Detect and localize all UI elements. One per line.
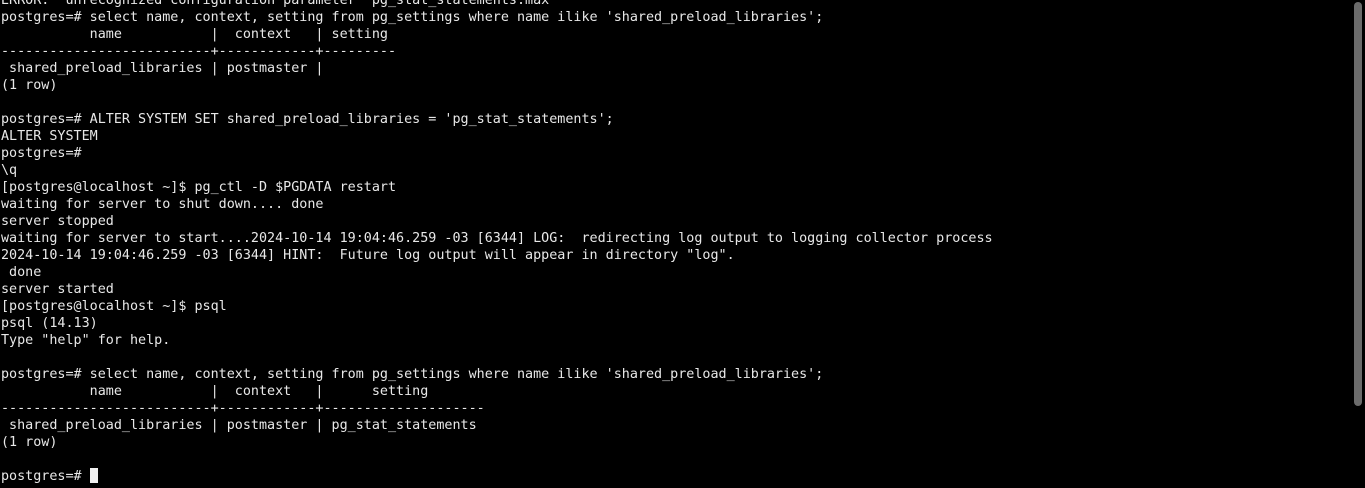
text-cursor xyxy=(89,468,98,483)
terminal-output: ERROR: unrecognized configuration parame… xyxy=(1,0,1345,485)
terminal-line: (1 row) xyxy=(1,435,58,450)
terminal-line: \q xyxy=(1,163,18,178)
terminal-line: ERROR: unrecognized configuration parame… xyxy=(1,0,558,8)
terminal-line: postgres=# ALTER SYSTEM SET shared_prelo… xyxy=(1,112,614,127)
scrollbar-thumb[interactable] xyxy=(1354,2,1362,406)
terminal-line: (1 row) xyxy=(1,78,58,93)
terminal-line: shared_preload_libraries | postmaster | xyxy=(1,61,324,76)
terminal-line: --------------------------+------------+… xyxy=(1,401,485,416)
terminal-line: waiting for server to shut down.... done xyxy=(1,197,324,212)
terminal-line: [postgres@localhost ~]$ pg_ctl -D $PGDAT… xyxy=(1,180,397,195)
terminal-window[interactable]: ERROR: unrecognized configuration parame… xyxy=(0,0,1365,488)
terminal-line: Type "help" for help. xyxy=(1,333,171,348)
terminal-line: postgres=# select name, context, setting… xyxy=(1,10,824,25)
terminal-line: server started xyxy=(1,282,114,297)
terminal-line: waiting for server to start....2024-10-1… xyxy=(1,231,993,246)
terminal-line: [postgres@localhost ~]$ psql xyxy=(1,299,227,314)
command-line[interactable]: postgres=# xyxy=(1,468,1345,485)
terminal-line: postgres=# xyxy=(1,146,82,161)
terminal-line: psql (14.13) xyxy=(1,316,98,331)
terminal-line: --------------------------+------------+… xyxy=(1,44,397,59)
terminal-line: name | context | setting xyxy=(1,27,388,42)
terminal-line: postgres=# select name, context, setting… xyxy=(1,367,824,382)
shell-prompt: postgres=# xyxy=(1,469,90,484)
terminal-line: ALTER SYSTEM xyxy=(1,129,98,144)
vertical-scrollbar[interactable] xyxy=(1351,0,1365,488)
terminal-line: server stopped xyxy=(1,214,114,229)
terminal-line: 2024-10-14 19:04:46.259 -03 [6344] HINT:… xyxy=(1,248,735,263)
terminal-line: shared_preload_libraries | postmaster | … xyxy=(1,418,477,433)
terminal-line: done xyxy=(1,265,42,280)
terminal-line: name | context | setting xyxy=(1,384,429,399)
